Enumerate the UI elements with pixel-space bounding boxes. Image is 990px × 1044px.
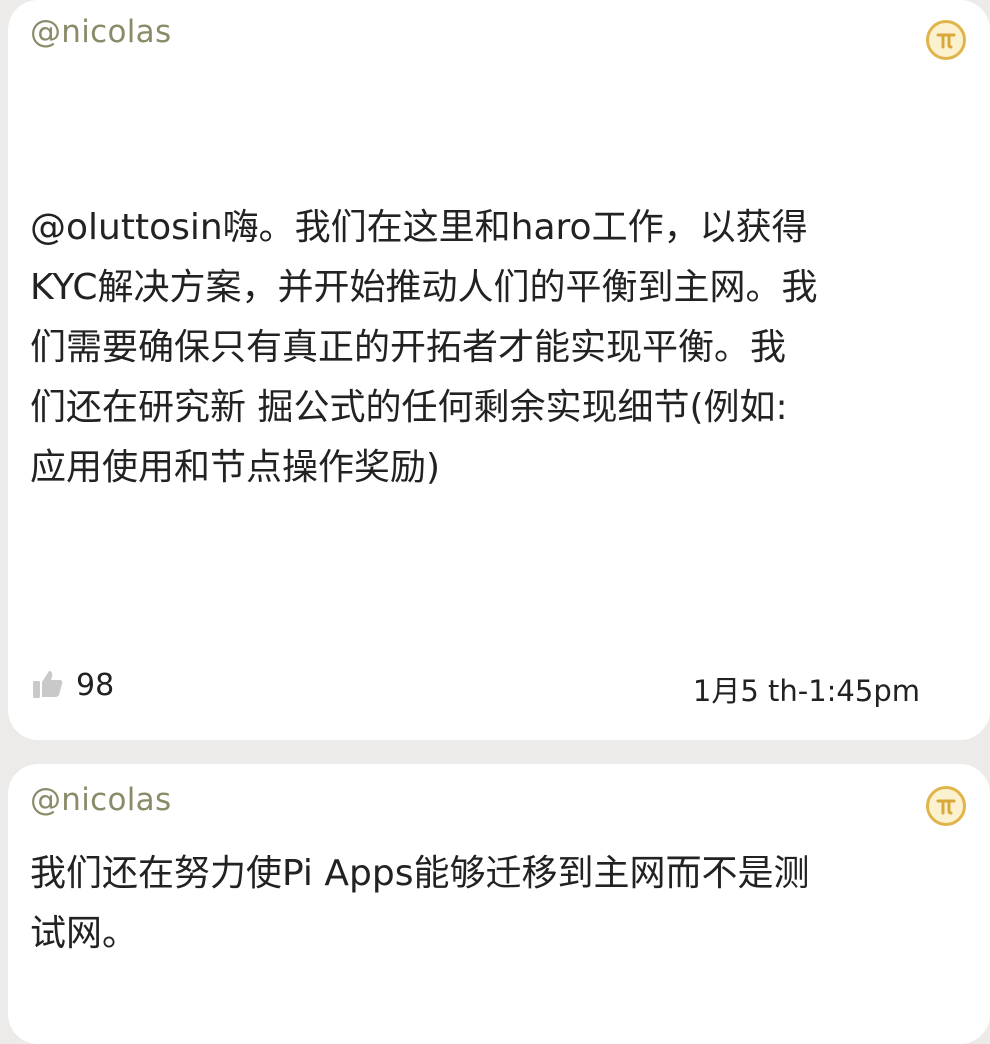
post-body: 我们还在努力使Pi Apps能够迁移到主网而不是测 试网。: [30, 853, 810, 954]
like-count: 98: [76, 668, 115, 703]
post-card: @nicolas @oluttosin嗨。我们在这里和haro工作，以获得 KY…: [8, 0, 990, 740]
thumbs-up-icon: [32, 669, 64, 703]
pi-coin-icon: [926, 20, 966, 60]
post-author[interactable]: @nicolas: [30, 782, 171, 818]
post-author[interactable]: @nicolas: [30, 14, 171, 50]
post-card: @nicolas 我们还在努力使Pi Apps能够迁移到主网而不是测 试网。: [8, 764, 990, 1044]
like-button[interactable]: 98: [32, 668, 114, 703]
pi-coin-icon: [926, 786, 966, 826]
post-timestamp: 1月5 th-1:45pm: [692, 674, 920, 708]
post-body: @oluttosin嗨。我们在这里和haro工作，以获得 KYC解决方案，并开始…: [30, 207, 818, 488]
